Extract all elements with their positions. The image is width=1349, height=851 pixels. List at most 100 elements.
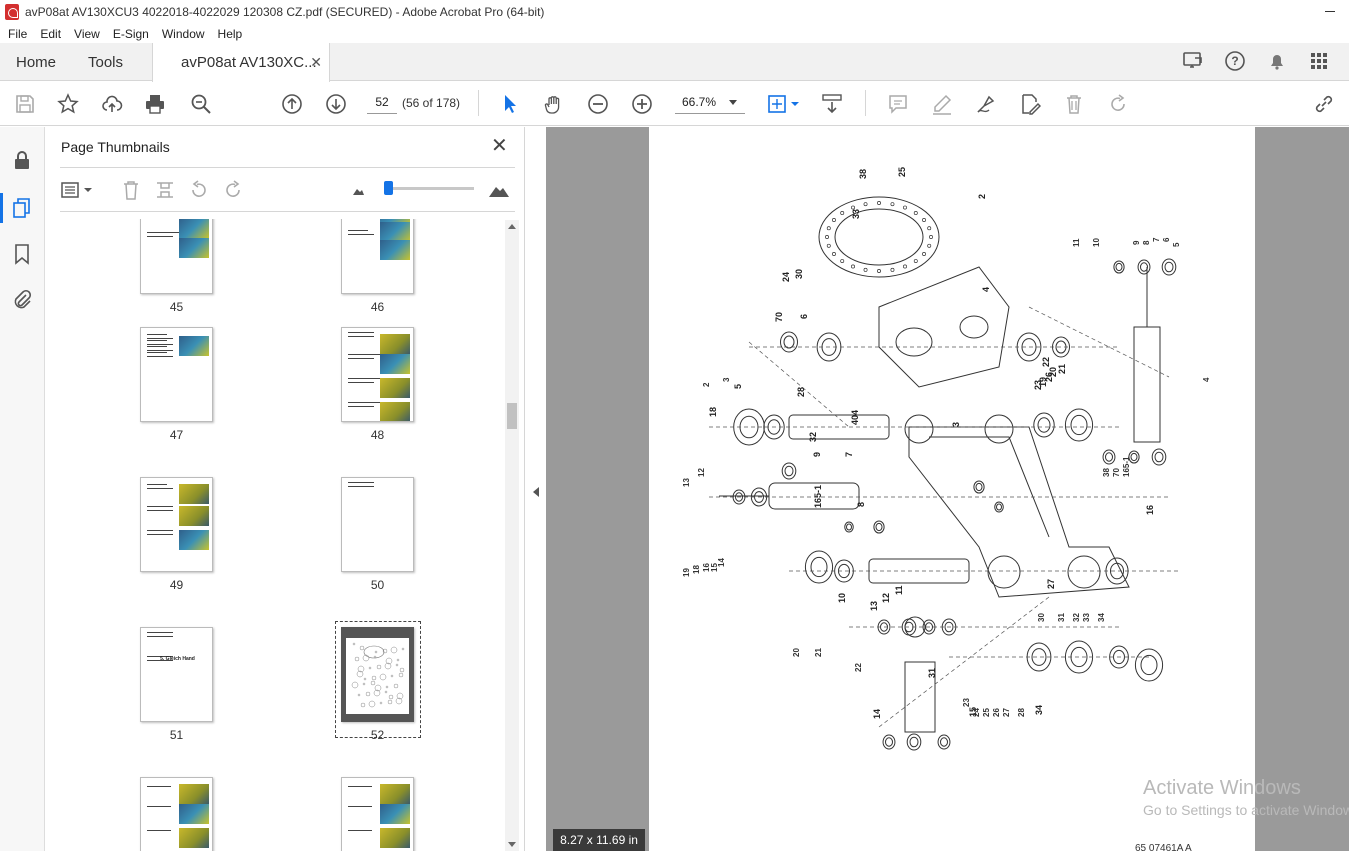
page-thumbnail[interactable] (341, 477, 414, 572)
tab-tools[interactable]: Tools (88, 43, 123, 81)
scrollbar-thumb[interactable] (507, 403, 517, 429)
print-icon[interactable] (143, 92, 167, 116)
draw-sign-icon[interactable] (974, 92, 998, 116)
close-panel-icon[interactable]: ✕ (491, 136, 508, 156)
part-number-label: 165-1 (813, 485, 823, 508)
close-tab-icon[interactable]: ✕ (310, 54, 322, 71)
menu-help[interactable]: Help (218, 27, 243, 41)
thumbnail-photo (380, 828, 410, 848)
zoom-level-dropdown[interactable]: 66.7% (675, 90, 745, 114)
select-cursor-icon[interactable] (498, 92, 522, 116)
thumbnail-size-slider-track[interactable] (384, 187, 474, 190)
page-thumbnail[interactable]: 5. Gleich Hand (140, 627, 213, 722)
ring-part (1161, 258, 1177, 276)
menu-window[interactable]: Window (162, 27, 205, 41)
page-number-input[interactable]: 52 (367, 90, 397, 114)
save-icon[interactable] (13, 92, 37, 116)
thumbnail-size-slider-handle[interactable] (384, 181, 393, 195)
attachments-paperclip-icon[interactable] (11, 288, 33, 310)
arm-frame (908, 426, 1130, 598)
fit-page-dropdown-icon[interactable] (766, 92, 800, 116)
thumbnail-options-icon[interactable] (60, 178, 94, 202)
redo-icon[interactable] (1106, 92, 1130, 116)
comment-icon[interactable] (886, 92, 910, 116)
page-thumbnail[interactable] (140, 477, 213, 572)
hand-tool-icon[interactable] (542, 92, 566, 116)
tab-document[interactable]: avP08at AV130XC... ✕ (152, 43, 330, 82)
page-thumbnail[interactable] (140, 219, 213, 294)
page-thumbnail[interactable] (140, 327, 213, 422)
page-thumbnail[interactable] (341, 627, 414, 722)
menu-esign[interactable]: E-Sign (113, 27, 149, 41)
scroll-mode-icon[interactable] (820, 92, 844, 116)
tab-home[interactable]: Home (16, 43, 56, 81)
thumbnail-photo (179, 828, 209, 848)
menu-view[interactable]: View (74, 27, 100, 41)
ring-part (834, 559, 854, 583)
part-number-label: 23 (962, 698, 971, 707)
thumbnail-text-line (147, 806, 171, 807)
part-number-label: 14 (872, 709, 882, 719)
ring-part-inner (1037, 417, 1051, 433)
rotate-right-icon[interactable] (221, 178, 245, 202)
large-thumbnails-icon[interactable] (487, 178, 511, 202)
page-thumbnail[interactable] (341, 327, 414, 422)
menu-edit[interactable]: Edit (40, 27, 61, 41)
small-thumbnails-icon[interactable] (346, 178, 370, 202)
share-screen-icon[interactable] (1181, 49, 1205, 73)
zoom-in-icon[interactable] (630, 92, 654, 116)
part-number-label: 18 (708, 407, 718, 417)
next-page-icon[interactable] (324, 92, 348, 116)
zoom-out-icon[interactable] (586, 92, 610, 116)
edit-pdf-icon[interactable] (1018, 92, 1042, 116)
part-number-label: 21 (814, 648, 823, 657)
part-number-label: 4 (981, 287, 991, 292)
minimize-button[interactable] (1325, 11, 1335, 12)
assembly-line (748, 341, 850, 428)
page-thumbnail[interactable] (341, 219, 414, 294)
panel-splitter[interactable] (524, 127, 546, 851)
scroll-up-icon[interactable] (508, 224, 516, 229)
part-number-label: 5 (733, 384, 743, 389)
part-number-label: 10 (1092, 238, 1101, 247)
scroll-down-icon[interactable] (508, 842, 516, 847)
extract-pages-icon[interactable] (153, 178, 177, 202)
bolt-hole (913, 259, 918, 263)
share-link-icon[interactable] (1312, 92, 1336, 116)
bolt-hole (863, 202, 868, 207)
page-thumbnail[interactable] (341, 777, 414, 851)
page-thumbnail[interactable] (140, 777, 213, 851)
delete-pages-icon[interactable] (119, 178, 143, 202)
delete-trash-icon[interactable] (1062, 92, 1086, 116)
part-number-label: 20 (792, 648, 801, 657)
zoom-search-icon[interactable] (189, 92, 213, 116)
page-thumbnail-label: 48 (370, 428, 385, 442)
thumbnail-text-line (147, 530, 173, 531)
rotate-left-icon[interactable] (187, 178, 211, 202)
lock-security-icon[interactable] (11, 149, 33, 171)
ring-part-inner (1130, 452, 1138, 462)
apps-grid-icon[interactable] (1307, 49, 1331, 73)
bolt-hole (826, 243, 831, 248)
thumbnail-photo (179, 219, 209, 238)
menu-file[interactable]: File (8, 27, 27, 41)
notifications-bell-icon[interactable] (1265, 49, 1289, 73)
upload-cloud-icon[interactable] (100, 92, 124, 116)
thumbnail-photo (179, 530, 209, 550)
bookmarks-icon[interactable] (11, 243, 33, 265)
pivot-eye (984, 414, 1014, 444)
part-number-label: 33 (1082, 613, 1091, 622)
thumbnail-text-line (348, 378, 380, 379)
part-number-label: 26 (992, 708, 1001, 717)
collapse-panel-icon[interactable] (533, 487, 539, 497)
thumbnail-text-line (348, 382, 374, 383)
document-view[interactable]: 2 3 4 5 6 7 8 9 10 11 12 13 14 15 16 18 19 20 21 22 23 24 25 26… (546, 127, 1349, 851)
bookmark-star-icon[interactable] (56, 92, 80, 116)
bolt-hole (922, 218, 926, 222)
thumbnails-scrollbar[interactable] (505, 220, 519, 851)
thumbnail-text-line (348, 486, 374, 487)
highlight-pen-icon[interactable] (930, 92, 954, 116)
previous-page-icon[interactable] (280, 92, 304, 116)
help-icon[interactable]: ? (1223, 49, 1247, 73)
page-thumbnails-icon[interactable] (11, 197, 33, 219)
